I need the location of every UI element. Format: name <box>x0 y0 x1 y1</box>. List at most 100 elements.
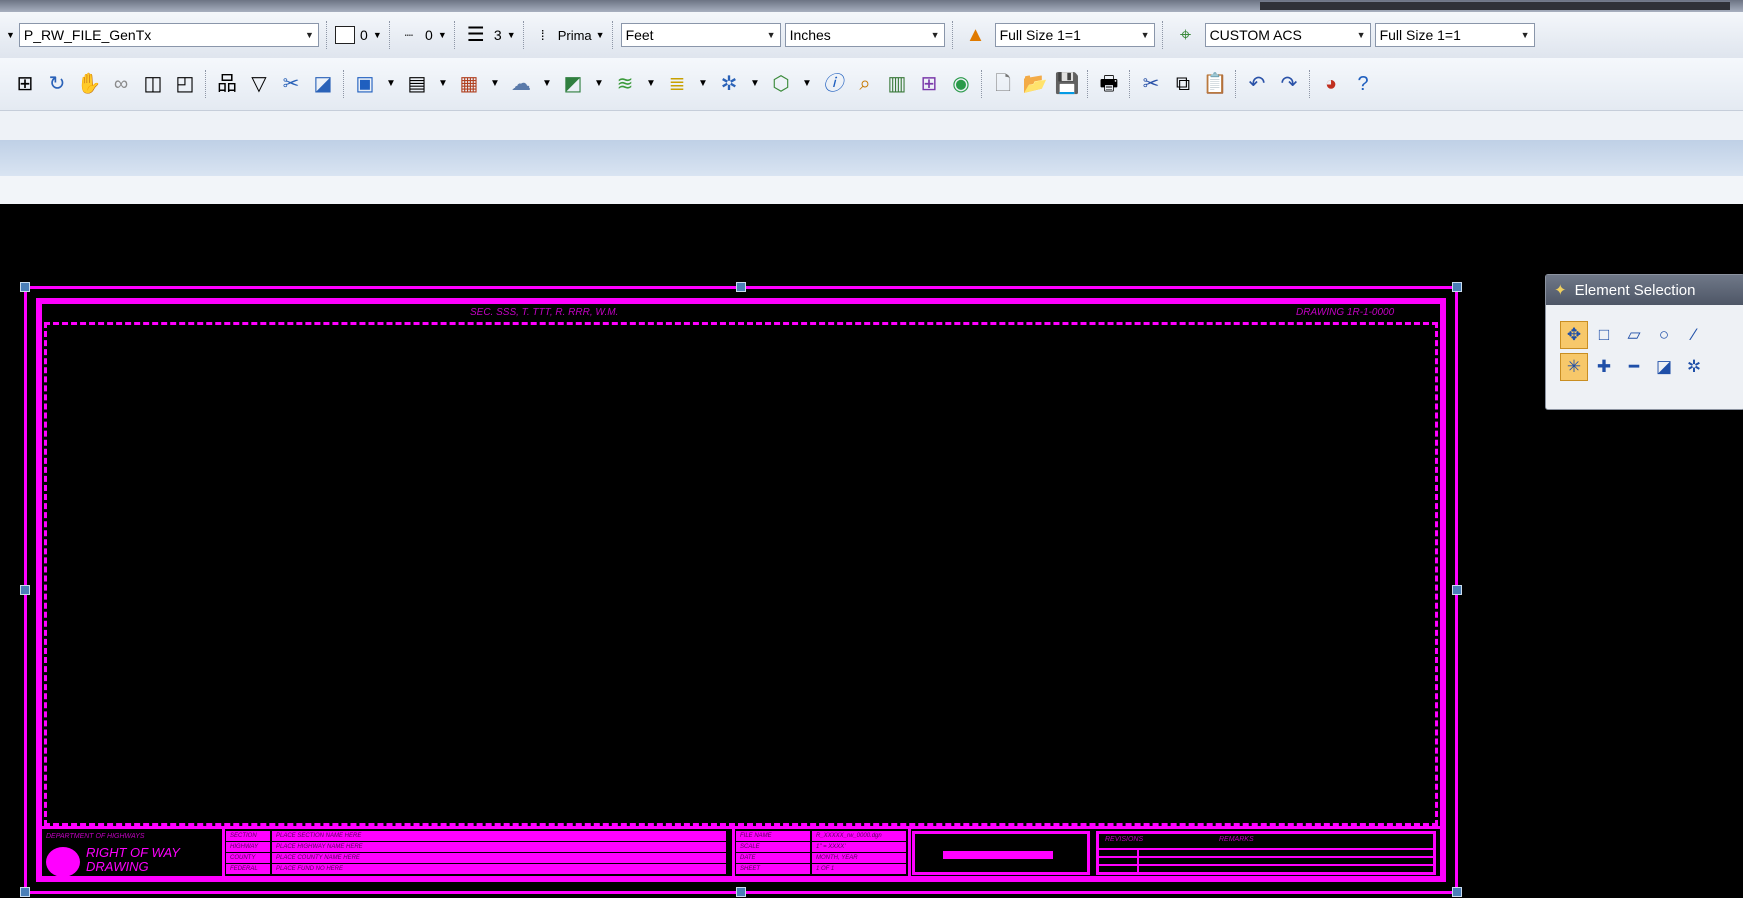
sheet-top-left-text: SEC. SSS, T. TTT, R. RRR, W.M. <box>470 307 619 318</box>
select-line-icon[interactable]: ⁄ <box>1680 321 1708 349</box>
drawing-scale-combo[interactable]: Full Size 1=1 ▼ <box>1374 23 1535 47</box>
cloud-icon[interactable]: ☁ <box>506 69 536 99</box>
cloud-dropdown-icon[interactable]: ▼ <box>538 69 556 99</box>
tools-icon[interactable]: ✂ <box>276 69 306 99</box>
select-circle-icon[interactable]: ○ <box>1650 321 1678 349</box>
revisions-header: REVISIONS <box>1105 836 1144 843</box>
grip-handle-top-mid[interactable] <box>736 282 746 292</box>
filter-icon[interactable]: ▽ <box>244 69 274 99</box>
element-selection-icon: ✦ <box>1554 282 1567 299</box>
cube-icon[interactable]: ▣ <box>350 69 380 99</box>
walk-icon[interactable]: ∞ <box>106 69 136 99</box>
globe-icon[interactable]: ◕ <box>1316 69 1346 99</box>
select-shape-icon[interactable]: ▱ <box>1620 321 1648 349</box>
info-icon[interactable]: ⓘ <box>818 69 848 99</box>
sub-units-combo[interactable]: Inches ▼ <box>784 23 945 47</box>
acs-combo[interactable]: CUSTOM ACS ▼ <box>1204 23 1371 47</box>
line-style-icon[interactable]: ┈ <box>398 20 420 50</box>
master-units-value: Feet <box>625 27 654 43</box>
next-view-icon[interactable]: ◰ <box>170 69 200 99</box>
annotation-scale-icon[interactable]: ▲ <box>961 20 991 50</box>
select-point-icon[interactable]: ✥ <box>1560 321 1588 349</box>
title-block-row-label: COUNTY <box>226 853 270 863</box>
grip-handle-top-right[interactable] <box>1452 282 1462 292</box>
grip-handle-mid-left[interactable] <box>20 585 30 595</box>
scale-bar-box <box>912 831 1090 875</box>
document-dropdown-icon[interactable]: ▼ <box>434 69 452 99</box>
raster-dropdown-icon[interactable]: ▼ <box>590 69 608 99</box>
snap-icon[interactable]: ✲ <box>714 69 744 99</box>
grip-handle-bottom-right[interactable] <box>1452 887 1462 897</box>
new-file-icon[interactable]: 🗋 <box>988 69 1018 99</box>
grip-handle-bottom-mid[interactable] <box>736 887 746 897</box>
toolbar-separator <box>1161 21 1164 49</box>
pan-hand-icon[interactable]: ✋ <box>74 69 104 99</box>
mode-invert-icon[interactable]: ◪ <box>1650 353 1678 381</box>
layers-icon[interactable]: ≣ <box>662 69 692 99</box>
toolbar-separator <box>522 21 525 49</box>
view-attributes-icon[interactable]: ◪ <box>308 69 338 99</box>
line-weight-value: 3 <box>493 27 502 43</box>
mode-add-icon[interactable]: ✚ <box>1590 353 1618 381</box>
help-icon[interactable]: ? <box>1348 69 1378 99</box>
tree-icon[interactable]: 品 <box>212 69 242 99</box>
master-units-combo[interactable]: Feet ▼ <box>620 23 781 47</box>
levels-icon[interactable]: ≋ <box>610 69 640 99</box>
revisions-rule <box>1099 856 1433 858</box>
open-folder-icon[interactable]: 📂 <box>1020 69 1050 99</box>
title-block-row-label: SECTION <box>226 831 270 841</box>
measure-icon[interactable]: ▥ <box>882 69 912 99</box>
annotation-scale-value: Full Size 1=1 <box>999 27 1081 43</box>
accudraw-dropdown-icon[interactable]: ▼ <box>798 69 816 99</box>
mode-subtract-icon[interactable]: ━ <box>1620 353 1648 381</box>
color-dropdown-icon[interactable]: ▼ <box>373 30 382 40</box>
grip-handle-mid-right[interactable] <box>1452 585 1462 595</box>
drawing-canvas[interactable]: SEC. SSS, T. TTT, R. RRR, W.M. DRAWING 1… <box>0 204 1743 898</box>
title-block-row-value: PLACE COUNTY NAME HERE <box>272 853 726 863</box>
print-icon[interactable]: 🖶 <box>1094 69 1124 99</box>
level-combo[interactable]: P_RW_FILE_GenTx ▼ <box>18 23 319 47</box>
layers-dropdown-icon[interactable]: ▼ <box>694 69 712 99</box>
select-mode-icon[interactable]: ✳ <box>1560 353 1588 381</box>
title-block-right-label: SCALE <box>736 842 810 852</box>
previous-view-icon[interactable]: ◫ <box>138 69 168 99</box>
acs-icon[interactable]: ⌖ <box>1171 20 1201 50</box>
select-block-icon[interactable]: □ <box>1590 321 1618 349</box>
element-selection-panel: ✦ Element Selection ✥ □ ▱ ○ ⁄ ✳ ✚ ━ ◪ ✲ <box>1545 274 1743 410</box>
undo-icon[interactable]: ↶ <box>1242 69 1272 99</box>
render-icon[interactable]: ◉ <box>946 69 976 99</box>
grip-handle-bottom-left[interactable] <box>20 887 30 897</box>
chevron-down-icon: ▼ <box>1520 30 1530 40</box>
color-swatch[interactable] <box>334 26 355 44</box>
window-title-strip <box>0 0 1743 12</box>
paste-icon[interactable]: 📋 <box>1200 69 1230 99</box>
redo-icon[interactable]: ↷ <box>1274 69 1304 99</box>
mode-all-icon[interactable]: ✲ <box>1680 353 1708 381</box>
find-icon[interactable]: ⌕ <box>850 69 880 99</box>
class-dropdown-icon[interactable]: ▼ <box>596 30 605 40</box>
raster-icon[interactable]: ◩ <box>558 69 588 99</box>
cut-icon[interactable]: ✂ <box>1136 69 1166 99</box>
models-icon[interactable]: ▦ <box>454 69 484 99</box>
fit-view-icon[interactable]: ⊞ <box>10 69 40 99</box>
line-weight-dropdown-icon[interactable]: ▼ <box>507 30 516 40</box>
sheet-border-top <box>36 298 1446 304</box>
copy-icon[interactable]: ⧉ <box>1168 69 1198 99</box>
rotate-view-icon[interactable]: ↻ <box>42 69 72 99</box>
save-icon[interactable]: 💾 <box>1052 69 1082 99</box>
document-icon[interactable]: ▤ <box>402 69 432 99</box>
element-selection-titlebar[interactable]: ✦ Element Selection <box>1546 275 1743 305</box>
cube-dropdown-icon[interactable]: ▼ <box>382 69 400 99</box>
accudraw-icon[interactable]: ⬡ <box>766 69 796 99</box>
grid-icon[interactable]: ⊞ <box>914 69 944 99</box>
annotation-scale-combo[interactable]: Full Size 1=1 ▼ <box>994 23 1155 47</box>
line-style-dropdown-icon[interactable]: ▼ <box>438 30 447 40</box>
remarks-header: REMARKS <box>1219 836 1254 843</box>
class-label[interactable]: Prima <box>558 28 592 43</box>
line-weight-icon[interactable]: ☰ <box>463 20 489 50</box>
models-dropdown-icon[interactable]: ▼ <box>486 69 504 99</box>
levels-dropdown-icon[interactable]: ▼ <box>642 69 660 99</box>
toolbar-chevron-down-icon[interactable]: ▼ <box>6 30 15 40</box>
grip-handle-top-left[interactable] <box>20 282 30 292</box>
snap-dropdown-icon[interactable]: ▼ <box>746 69 764 99</box>
